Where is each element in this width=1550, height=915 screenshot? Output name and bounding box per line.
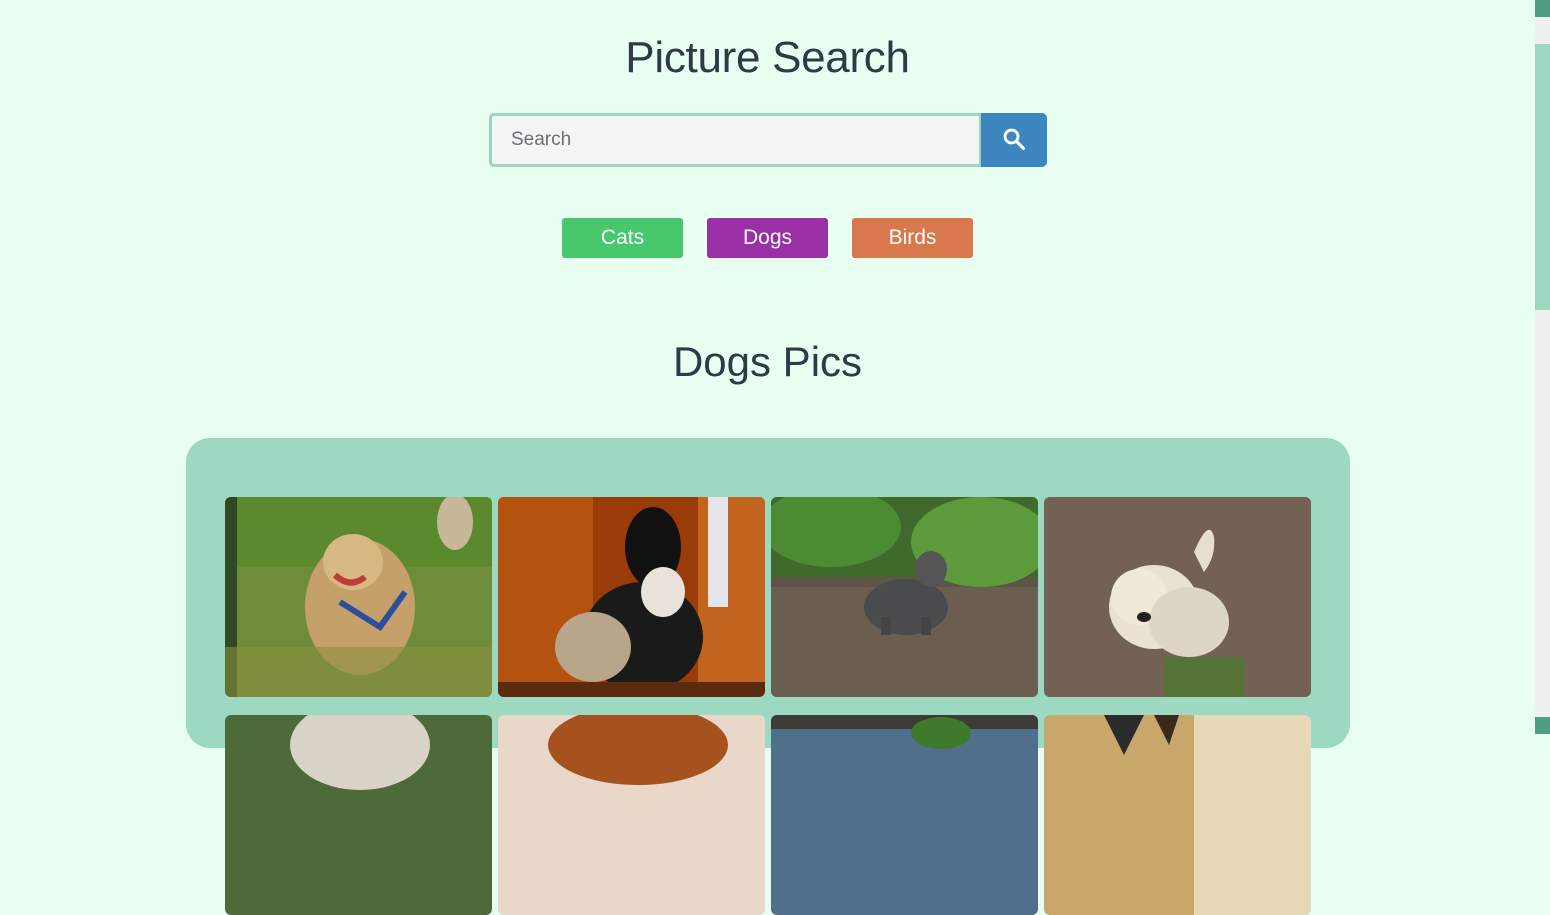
page: Picture Search Cats Dogs Birds Dogs Pics xyxy=(0,0,1535,915)
dog-photo-1[interactable] xyxy=(225,497,492,697)
scroll-down-arrow[interactable] xyxy=(1535,717,1550,734)
search-button[interactable] xyxy=(981,113,1047,167)
birds-button[interactable]: Birds xyxy=(852,218,973,258)
dog-photo-8[interactable] xyxy=(1044,715,1311,915)
dog-photo-7[interactable] xyxy=(771,715,1038,915)
page-title: Picture Search xyxy=(625,33,910,82)
dogs-button[interactable]: Dogs xyxy=(707,218,828,258)
scrollbar[interactable] xyxy=(1535,0,1550,734)
dog-photo-5[interactable] xyxy=(225,715,492,915)
photo-gallery xyxy=(186,438,1350,915)
cats-button[interactable]: Cats xyxy=(562,218,683,258)
search-input[interactable] xyxy=(489,113,982,167)
section-title: Dogs Pics xyxy=(672,338,863,385)
dog-photo-6[interactable] xyxy=(498,715,765,915)
dog-photo-3[interactable] xyxy=(771,497,1038,697)
scroll-up-arrow[interactable] xyxy=(1535,0,1550,17)
scrollbar-thumb[interactable] xyxy=(1535,44,1550,310)
search-bar xyxy=(489,113,1047,167)
dog-photo-2[interactable] xyxy=(498,497,765,697)
search-icon xyxy=(1002,127,1026,154)
dog-photo-4[interactable] xyxy=(1044,497,1311,697)
